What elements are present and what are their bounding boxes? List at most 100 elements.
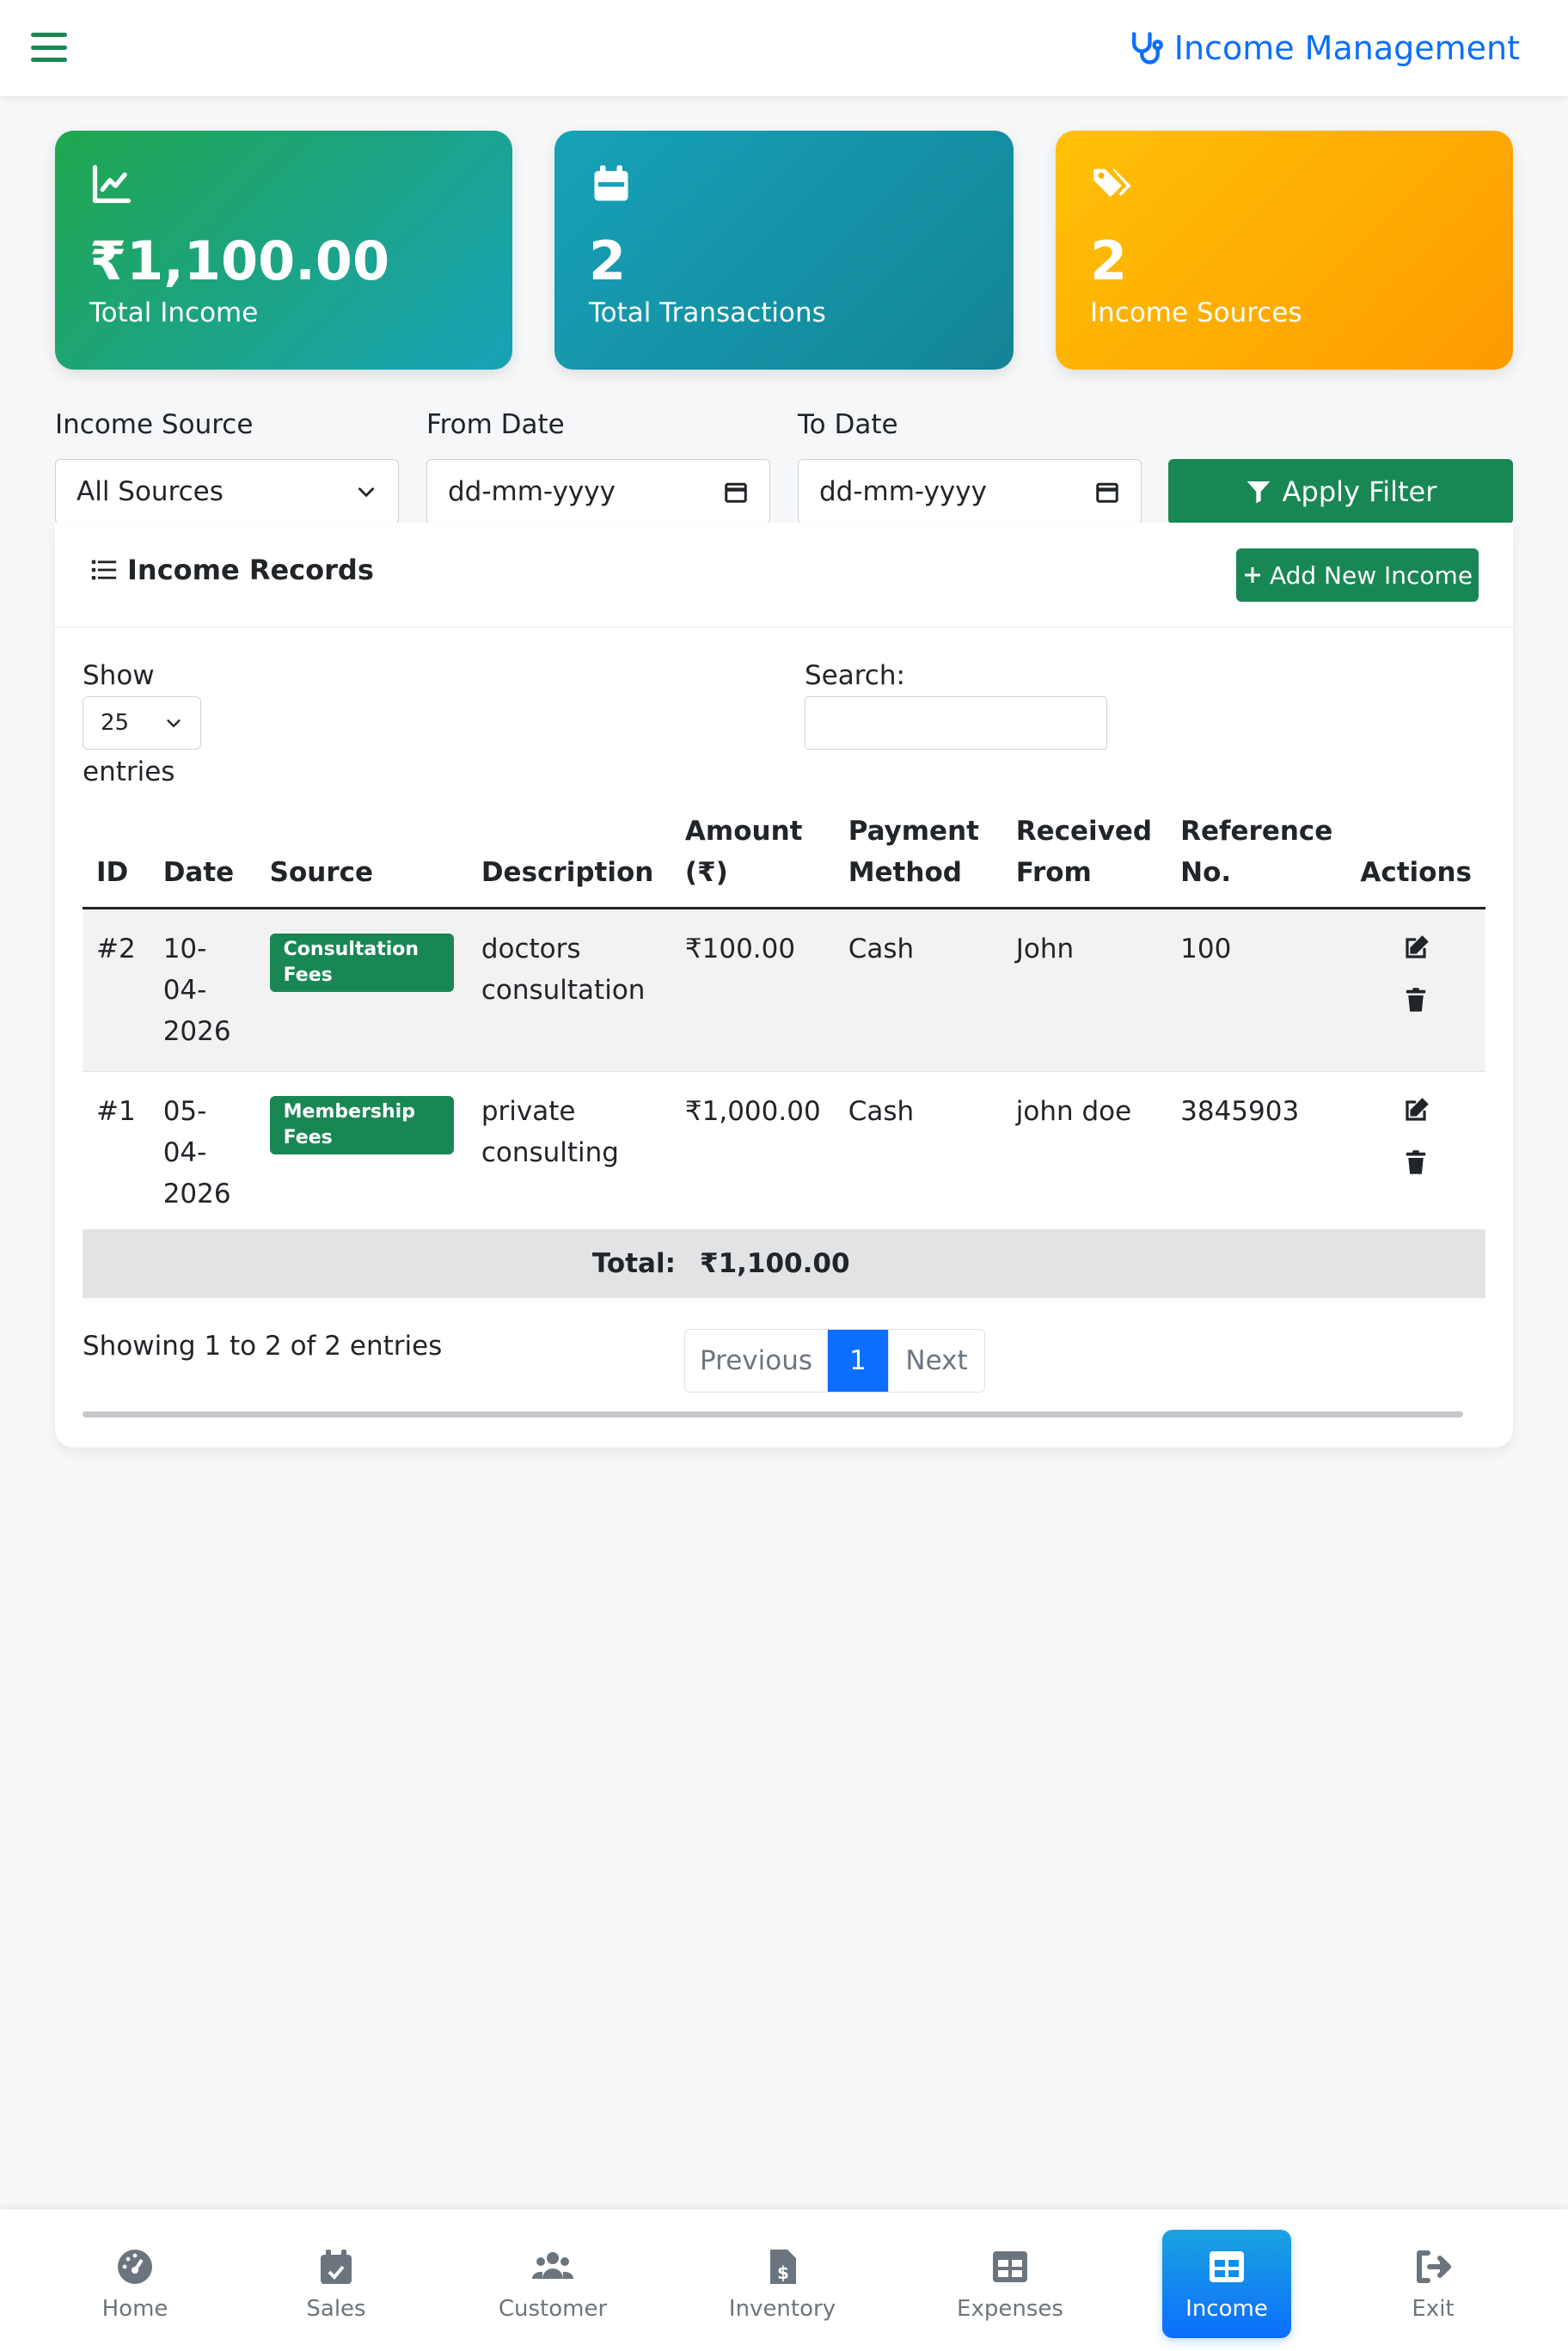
table-header-row: ID Date Source Description Amount (₹) Pa… — [83, 794, 1485, 909]
edit-icon[interactable] — [1403, 934, 1429, 961]
calendar-icon — [594, 165, 628, 201]
menu-toggle-icon[interactable] — [31, 33, 67, 62]
page-size-select[interactable]: 25 — [83, 696, 201, 750]
column-header[interactable]: Date — [149, 794, 256, 909]
add-new-income-label: Add New Income — [1269, 560, 1473, 590]
cell-date: 05-04-2026 — [149, 1070, 256, 1236]
cell-method: Cash — [834, 906, 1002, 1071]
users-icon — [532, 2252, 573, 2279]
cell-description: doctors consultation — [467, 906, 671, 1071]
sign-out-icon — [1417, 2250, 1451, 2283]
from-date-label: From Date — [426, 409, 565, 440]
stat-card-total-income: ₹1,100.00 Total Income — [55, 131, 512, 370]
dashboard-icon — [118, 2250, 152, 2284]
cell-date: 10-04-2026 — [149, 906, 256, 1071]
apply-filter-button[interactable]: Apply Filter — [1168, 459, 1513, 524]
cell-reference: 100 — [1167, 906, 1347, 1071]
stat-label: Total Income — [89, 297, 259, 329]
cell-id: #2 — [83, 906, 150, 1071]
cell-amount: ₹1,000.00 — [671, 1070, 835, 1236]
cell-method: Cash — [834, 1070, 1002, 1236]
stat-card-income-sources: 2 Income Sources — [1056, 131, 1513, 370]
column-header[interactable]: Amount (₹) — [671, 794, 835, 909]
add-new-income-button[interactable]: Add New Income — [1236, 548, 1479, 602]
column-header[interactable]: ID — [83, 794, 150, 909]
column-header[interactable]: Description — [467, 794, 671, 909]
income-source-value: All Sources — [77, 476, 224, 507]
total-value: ₹1,100.00 — [700, 1248, 850, 1279]
stethoscope-icon — [1131, 32, 1163, 64]
from-date-input[interactable]: dd-mm-yyyy — [426, 459, 770, 524]
edit-icon[interactable] — [1403, 1097, 1429, 1123]
table-icon — [1210, 2251, 1244, 2282]
show-label: Show — [83, 660, 155, 691]
plus-icon — [1244, 567, 1260, 583]
to-date-input[interactable]: dd-mm-yyyy — [798, 459, 1142, 524]
column-header[interactable]: Payment Method — [834, 794, 1002, 909]
nav-label: Expenses — [957, 2296, 1063, 2322]
total-row: Total: ₹1,100.00 — [83, 1229, 1485, 1298]
nav-inventory[interactable]: $ Inventory — [718, 2230, 847, 2338]
cell-actions — [1346, 906, 1485, 1071]
records-title: Income Records — [89, 554, 374, 586]
nav-label: Inventory — [728, 2296, 836, 2322]
search-label: Search: — [805, 660, 905, 691]
column-header[interactable]: Actions — [1346, 794, 1485, 909]
chevron-down-icon — [167, 719, 181, 728]
cell-actions — [1346, 1070, 1485, 1236]
calendar-check-icon — [321, 2250, 352, 2284]
pagination-page-1[interactable]: 1 — [828, 1330, 888, 1392]
income-source-select[interactable]: All Sources — [55, 459, 399, 524]
pagination-next[interactable]: Next — [888, 1330, 984, 1392]
trash-icon[interactable] — [1403, 987, 1429, 1013]
nav-income[interactable]: Income — [1162, 2230, 1291, 2338]
source-badge: Membership Fees — [269, 1095, 454, 1154]
income-records-table: ID Date Source Description Amount (₹) Pa… — [83, 794, 1485, 1236]
nav-label: Home — [101, 2296, 168, 2322]
total-label: Total: — [591, 1248, 676, 1279]
horizontal-scrollbar[interactable] — [83, 1411, 1463, 1417]
nav-label: Exit — [1412, 2296, 1455, 2322]
table-row: #1 05-04-2026 Membership Fees private co… — [83, 1070, 1485, 1236]
nav-label: Customer — [498, 2296, 608, 2322]
calendar-icon[interactable] — [1094, 479, 1120, 505]
records-title-text: Income Records — [127, 554, 374, 586]
entries-label: entries — [83, 756, 175, 787]
line-chart-icon — [92, 164, 132, 204]
app-brand[interactable]: Income Management — [1126, 26, 1520, 70]
stat-label: Total Transactions — [589, 297, 826, 329]
column-header[interactable]: Source — [255, 794, 468, 909]
search-input[interactable] — [805, 696, 1107, 750]
stat-value: 2 — [589, 230, 627, 292]
calendar-icon[interactable] — [723, 479, 749, 505]
stat-card-total-transactions: 2 Total Transactions — [554, 131, 1014, 370]
nav-home[interactable]: Home — [70, 2230, 199, 2338]
chevron-down-icon — [358, 487, 374, 498]
invoice-dollar-icon: $ — [770, 2250, 796, 2284]
to-date-placeholder: dd-mm-yyyy — [819, 476, 987, 507]
table-row: #2 10-04-2026 Consultation Fees doctors … — [83, 906, 1485, 1071]
pagination: Previous 1 Next — [684, 1329, 985, 1393]
nav-label: Income — [1185, 2296, 1268, 2322]
income-records-card: Income Records Add New Income Show 25 en… — [55, 523, 1513, 1448]
cell-id: #1 — [83, 1070, 150, 1236]
apply-filter-label: Apply Filter — [1282, 475, 1437, 508]
column-header[interactable]: Reference No. — [1167, 794, 1347, 909]
cell-description: private consulting — [467, 1070, 671, 1236]
stat-value: ₹1,100.00 — [89, 230, 390, 292]
cell-source: Membership Fees — [255, 1070, 468, 1236]
cell-amount: ₹100.00 — [671, 906, 835, 1071]
pagination-previous[interactable]: Previous — [685, 1330, 828, 1392]
nav-customer[interactable]: Customer — [488, 2230, 617, 2338]
nav-sales[interactable]: Sales — [272, 2230, 401, 2338]
list-icon — [91, 560, 117, 580]
cell-received-from: John — [1001, 906, 1167, 1071]
column-header[interactable]: Received From — [1001, 794, 1167, 909]
top-navbar: Income Management — [0, 0, 1568, 96]
trash-icon[interactable] — [1403, 1149, 1429, 1175]
nav-expenses[interactable]: Expenses — [946, 2230, 1075, 2338]
filter-icon — [1246, 481, 1270, 504]
nav-exit[interactable]: Exit — [1369, 2230, 1498, 2338]
table-icon — [993, 2251, 1027, 2282]
svg-text:$: $ — [777, 2262, 789, 2283]
